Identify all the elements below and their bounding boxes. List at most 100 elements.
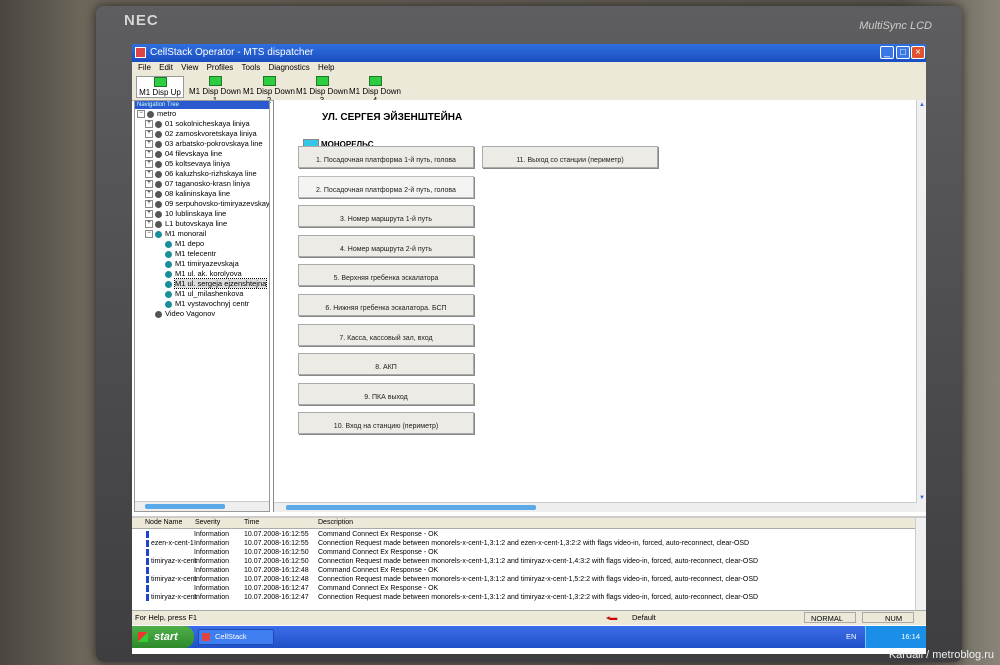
col-time[interactable]: Time [244,519,259,526]
tree-node-line[interactable]: +01 sokolnicheskaya liniya [135,119,269,129]
camera-node-icon [165,250,172,258]
collapse-icon[interactable]: − [145,230,153,239]
scroll-thumb[interactable] [145,504,225,509]
log-row[interactable]: ezen-x-cent-1 Information 10.07.2008-16:12… [132,539,916,548]
main-horizontal-scrollbar[interactable] [274,502,917,512]
expand-icon[interactable]: + [145,120,153,129]
camera-button[interactable]: 11. Выход со станции (периметр) [482,146,658,168]
tree-node-station[interactable]: M1 ul. sergeja ejzenshtejna [135,278,269,289]
menu-bar: File Edit View Profiles Tools Diagnostic… [132,62,926,74]
camera-button[interactable]: 10. Вход на станцию (периметр) [298,412,474,435]
status-bar: For Help, press F1 ◂▬ Default NORMAL NUM [132,610,926,625]
log-cell-severity: Information [194,531,230,538]
log-row[interactable]: Information 10.07.2008-16:12:55 Command Co… [132,530,916,539]
tree-node-line[interactable]: +09 serpuhovsko-timiryazevskaya li [135,199,269,209]
scroll-thumb[interactable] [286,505,536,510]
collapse-icon[interactable]: − [137,110,145,119]
vertical-scrollbar[interactable]: ▲ ▼ [916,100,926,512]
tree-node-label: M1 depo [175,239,205,248]
expand-icon[interactable]: + [145,220,153,229]
menu-profiles[interactable]: Profiles [207,62,234,74]
log-cell-desc: Connection Request made between monorels… [318,558,759,565]
tree-node-line[interactable]: +02 zamoskvoretskaya liniya [135,129,269,139]
camera-button[interactable]: 8. АКП [298,353,474,376]
tree-node-line[interactable]: +03 arbatsko-pokrovskaya line [135,139,269,149]
log-row[interactable]: Information 10.07.2008-16:12:47 Command Co… [132,584,916,593]
tree-node-station[interactable]: M1 vystavochnyj centr [135,299,269,309]
expand-icon[interactable]: + [145,170,153,179]
expand-icon[interactable]: + [145,160,153,169]
expand-icon[interactable]: + [145,180,153,189]
tree-horizontal-scrollbar[interactable] [135,501,269,511]
start-button[interactable]: start [132,626,194,648]
camera-button[interactable]: 5. Верхняя гребенка эскалатора [298,264,474,287]
tree-node-station[interactable]: M1 ul. ak. korolyova [135,269,269,279]
menu-view[interactable]: View [181,62,198,74]
tree-node-monorail[interactable]: − M1 monorail [135,229,269,239]
tree-node-station[interactable]: M1 timiryazevskaja [135,259,269,269]
camera-button[interactable]: 9. ПКА выход [298,382,474,405]
menu-tools[interactable]: Tools [242,62,261,74]
log-row[interactable]: timiryaz-x-cent Information 10.07.2008-16:… [132,575,916,584]
expand-icon[interactable]: + [145,190,153,199]
log-row[interactable]: Information 10.07.2008-16:12:48 Command Co… [132,566,916,575]
camera-node-icon [165,270,172,278]
menu-edit[interactable]: Edit [159,62,173,74]
camera-button[interactable]: 4. Номер маршрута 2-й путь [298,234,474,257]
expand-icon[interactable]: + [145,200,153,209]
expand-icon[interactable]: + [145,140,153,149]
camera-button[interactable]: 1. Посадочная платформа 1-й путь, голова [298,146,474,168]
menu-help[interactable]: Help [318,62,334,74]
expand-icon[interactable]: + [145,130,153,139]
toolbar-disp-down-4[interactable]: M1 Disp Down 4 [348,76,402,105]
severity-icon [146,540,149,547]
tree-node-line[interactable]: +08 kalininskaya line [135,189,269,199]
tree-header: Navigation Tree [135,101,269,109]
minimize-button[interactable]: _ [880,46,894,59]
camera-button[interactable]: 6. Нижняя гребенка эскалатора. БСП [298,294,474,316]
tree-node-video[interactable]: Video Vagonov [135,309,269,319]
tree-node-line[interactable]: +05 koltsevaya liniya [135,159,269,169]
toolbar-disp-down-1[interactable]: M1 Disp Down 1 [188,76,242,105]
menu-file[interactable]: File [138,62,151,74]
camera-button[interactable]: 3. Номер маршрута 1-й путь [298,205,474,228]
maximize-button[interactable]: □ [896,46,910,59]
scroll-down-icon[interactable]: ▼ [918,494,926,502]
toolbar-disp-up[interactable]: M1 Disp Up [136,76,184,98]
severity-icon [146,576,149,583]
scroll-up-icon[interactable]: ▲ [918,101,926,109]
tree-node-root[interactable]: − metro [135,109,269,119]
menu-diagnostics[interactable]: Diagnostics [268,62,309,74]
tree-node-station[interactable]: M1 depo [135,239,269,249]
expand-icon[interactable]: + [145,150,153,159]
expand-icon[interactable]: + [145,210,153,219]
status-lamp-icon [315,76,329,86]
log-scrollbar[interactable] [915,518,926,612]
tree-node-line[interactable]: +10 lublinskaya line [135,209,269,219]
col-node[interactable]: Node Name [145,519,182,526]
language-indicator[interactable]: EN [846,626,856,648]
tree-node-station[interactable]: M1 telecentr [135,249,269,259]
close-button[interactable]: × [911,46,925,59]
camera-button[interactable]: 2. Посадочная платформа 2-й путь, голова [298,175,474,198]
tree-node-line[interactable]: +07 taganosko-krasn liniya [135,179,269,189]
log-cell-node: timiryaz-x-cent [151,558,197,565]
tree-node-station[interactable]: M1 ul_milashenkova [135,289,269,299]
monitor-model: MultiSync LCD [859,20,932,32]
log-row[interactable]: Information 10.07.2008-16:12:50 Command Co… [132,548,916,557]
camera-button[interactable]: 7. Касса, кассовый зал, вход [298,323,474,346]
tree-node-line[interactable]: +06 kaluzhsko-rizhskaya line [135,169,269,179]
taskbar-app-button[interactable]: CellStack Operat... [198,629,274,654]
node-icon [155,210,162,218]
tree-node-label: M1 ul. sergeja ejzenshtejna [173,278,268,289]
toolbar-disp-down-3[interactable]: M1 Disp Down 3 [295,76,349,105]
windows-logo-icon [138,632,148,642]
event-log: Node Name Severity Time Description Info… [132,516,926,612]
col-description[interactable]: Description [318,519,353,526]
log-row[interactable]: timiryaz-x-cent Information 10.07.2008-16:… [132,593,916,602]
toolbar-disp-down-2[interactable]: M1 Disp Down 2 [242,76,296,105]
log-row[interactable]: timiryaz-x-cent Information 10.07.2008-16:… [132,557,916,566]
tree-node-line[interactable]: +04 filevskaya line [135,149,269,159]
tree-node-line[interactable]: + L1 butovskaya line [135,219,269,229]
col-severity[interactable]: Severity [195,519,220,526]
